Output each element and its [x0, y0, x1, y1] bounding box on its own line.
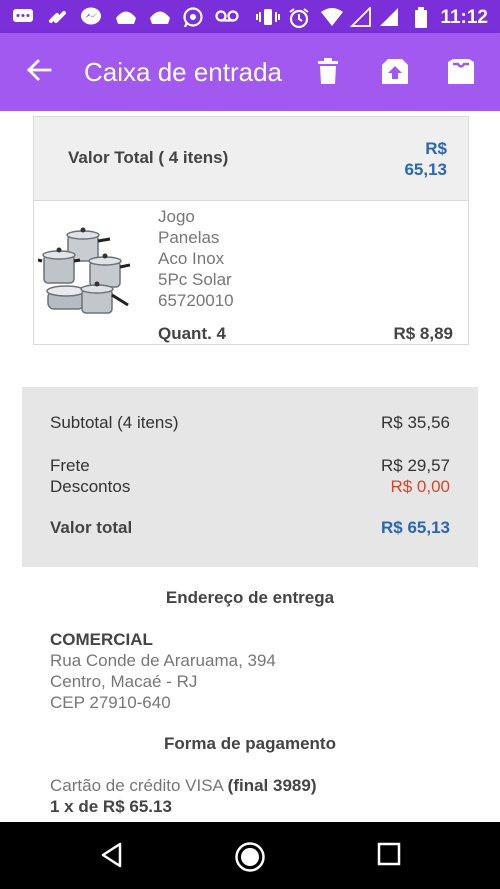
whatsapp-icon	[182, 7, 204, 33]
order-total-label: Valor Total ( 4 itens)	[68, 148, 229, 167]
wifi-icon	[320, 7, 344, 31]
address-line: Rua Conde de Araruama, 394	[50, 651, 276, 670]
shopping-icon	[114, 7, 138, 31]
archive-icon[interactable]	[446, 57, 476, 87]
product-image[interactable]	[37, 225, 131, 321]
payment-installments: 1 x de R$ 65.13	[50, 797, 172, 816]
descontos-value: R$ 0,00	[390, 477, 450, 496]
recents-nav-icon[interactable]	[376, 841, 402, 867]
total-label: Valor total	[50, 518, 133, 537]
home-nav-icon[interactable]	[234, 841, 266, 873]
address-name: COMERCIAL	[50, 630, 153, 649]
total-value: R$ 65,13	[381, 518, 450, 537]
frete-label: Frete	[50, 456, 90, 475]
subtotal-value: R$ 35,56	[381, 413, 450, 432]
link-icon	[48, 7, 68, 29]
order-total-currency: R$	[425, 139, 447, 158]
order-card: Valor Total ( 4 itens) R$ 65,13 Jogo Pan…	[33, 116, 469, 345]
app-bar: Caixa de entrada	[0, 33, 500, 111]
status-bar: 11:12	[0, 0, 500, 33]
clock: 11:12	[440, 7, 488, 28]
order-total-amount: R$ 65,13	[367, 138, 447, 180]
shopping-icon-2	[148, 7, 172, 31]
address-line: Centro, Macaé - RJ	[50, 672, 198, 691]
order-summary: Subtotal (4 itens) R$ 35,56 Frete R$ 29,…	[22, 387, 478, 567]
frete-value: R$ 29,57	[381, 456, 450, 475]
messages-icon	[12, 7, 34, 29]
battery-icon	[414, 7, 428, 33]
page-title: Caixa de entrada	[84, 57, 283, 87]
total-row: Valor total R$ 65,13	[50, 518, 450, 538]
email-content[interactable]: Valor Total ( 4 itens) R$ 65,13 Jogo Pan…	[0, 111, 500, 822]
payment-method-text: Cartão de crédito VISA	[50, 776, 223, 795]
signal-icon	[349, 5, 372, 31]
order-total-header: Valor Total ( 4 itens) R$ 65,13	[34, 117, 468, 201]
payment-method: Cartão de crédito VISA (final 3989)	[50, 776, 316, 796]
delete-icon[interactable]	[314, 57, 344, 87]
product-name-line: Aco Inox	[158, 249, 225, 268]
move-to-inbox-icon[interactable]	[380, 57, 410, 87]
subtotal-row: Subtotal (4 itens) R$ 35,56	[50, 413, 450, 433]
frete-row: Frete R$ 29,57	[50, 456, 450, 476]
voicemail-icon	[214, 7, 240, 29]
navigation-bar	[0, 822, 500, 889]
back-arrow-icon[interactable]	[24, 55, 54, 85]
payment-heading: Forma de pagamento	[164, 734, 336, 753]
product-quantity: Quant. 4	[158, 324, 227, 343]
product-name-line: 65720010	[158, 291, 234, 310]
product-name-line: Panelas	[158, 228, 220, 247]
alarm-icon	[288, 7, 310, 33]
order-total-value: 65,13	[404, 160, 447, 179]
product-name[interactable]: Jogo Panelas Aco Inox 5Pc Solar 65720010	[158, 206, 298, 311]
product-unit-price: R$ 8,89	[393, 324, 453, 343]
subtotal-label: Subtotal (4 itens)	[50, 413, 179, 432]
signal-icon-2	[378, 7, 400, 31]
product-name-line: 5Pc Solar	[158, 270, 232, 289]
messenger-icon	[80, 7, 102, 31]
descontos-row: Descontos R$ 0,00	[50, 477, 450, 497]
descontos-label: Descontos	[50, 477, 131, 496]
product-name-line: Jogo	[158, 207, 195, 226]
vibrate-icon	[256, 7, 280, 31]
payment-card-suffix: (final 3989)	[227, 776, 317, 795]
back-nav-icon[interactable]	[98, 841, 126, 869]
address-line: CEP 27910-640	[50, 693, 171, 712]
address-heading: Endereço de entrega	[165, 588, 335, 607]
